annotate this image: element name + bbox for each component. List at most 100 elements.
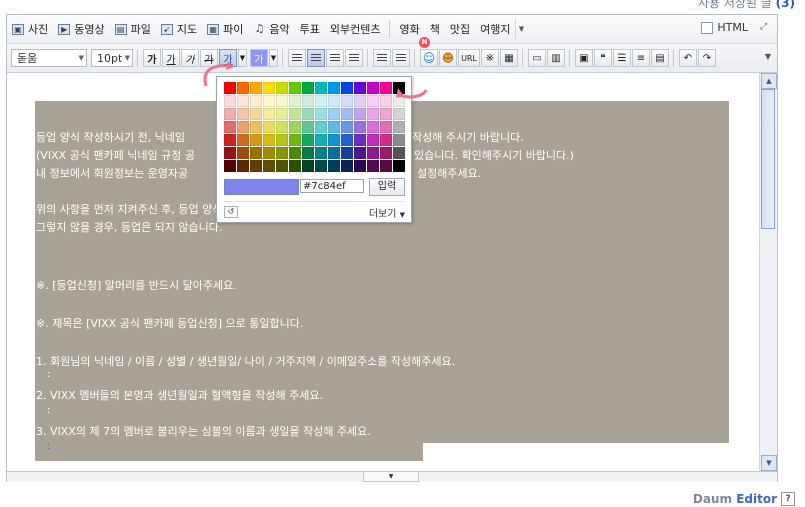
color-swatch[interactable] bbox=[237, 95, 249, 107]
color-swatch[interactable] bbox=[237, 160, 249, 172]
color-swatch[interactable] bbox=[276, 95, 288, 107]
insert-video-button[interactable]: ▶ 동영상 bbox=[53, 18, 109, 40]
color-swatch[interactable] bbox=[315, 82, 327, 94]
color-swatch[interactable] bbox=[341, 108, 353, 120]
insert-map-button[interactable]: ➹ 지도 bbox=[156, 18, 202, 40]
color-swatch[interactable] bbox=[367, 95, 379, 107]
link-button[interactable]: URL bbox=[458, 49, 480, 67]
color-swatch[interactable] bbox=[224, 95, 236, 107]
insert-chart-button[interactable]: ▦ 파이 bbox=[202, 18, 248, 40]
color-swatch[interactable] bbox=[250, 108, 262, 120]
color-swatch[interactable] bbox=[393, 108, 405, 120]
color-swatch[interactable] bbox=[367, 160, 379, 172]
color-swatch[interactable] bbox=[276, 160, 288, 172]
color-swatch[interactable] bbox=[302, 121, 314, 133]
apply-color-button[interactable]: 입력 bbox=[369, 178, 405, 196]
color-swatch[interactable] bbox=[250, 160, 262, 172]
underline-button[interactable]: 가 bbox=[162, 49, 180, 67]
color-swatch[interactable] bbox=[237, 82, 249, 94]
color-swatch[interactable] bbox=[276, 147, 288, 159]
hex-color-input[interactable]: #7c84ef bbox=[300, 179, 364, 193]
color-swatch[interactable] bbox=[276, 108, 288, 120]
smiley-button[interactable]: ☻ bbox=[439, 49, 457, 67]
color-swatch[interactable] bbox=[354, 95, 366, 107]
bg-color-button[interactable]: 가 bbox=[250, 49, 268, 67]
layout-button[interactable]: ▥ bbox=[547, 49, 565, 67]
color-swatch[interactable] bbox=[302, 108, 314, 120]
color-swatch[interactable] bbox=[263, 121, 275, 133]
color-swatch[interactable] bbox=[276, 134, 288, 146]
color-swatch[interactable] bbox=[237, 121, 249, 133]
color-swatch[interactable] bbox=[380, 147, 392, 159]
color-swatch[interactable] bbox=[367, 82, 379, 94]
scroll-down-icon[interactable]: ▼ bbox=[761, 455, 777, 471]
align-left-button[interactable] bbox=[288, 49, 306, 67]
toolbar-more-arrow[interactable]: ▼ bbox=[765, 52, 771, 61]
color-swatch[interactable] bbox=[341, 82, 353, 94]
background-button[interactable]: ▭ bbox=[528, 49, 546, 67]
color-swatch[interactable] bbox=[250, 95, 262, 107]
color-swatch[interactable] bbox=[380, 108, 392, 120]
color-swatch[interactable] bbox=[263, 134, 275, 146]
emoticon-button[interactable]: ☺ bbox=[420, 49, 438, 67]
html-checkbox[interactable] bbox=[701, 21, 714, 34]
color-swatch[interactable] bbox=[328, 108, 340, 120]
special-char-button[interactable]: ※ bbox=[481, 49, 499, 67]
table-button[interactable]: ▦ bbox=[500, 49, 518, 67]
insert-external-button[interactable]: 외부컨텐츠 bbox=[325, 18, 386, 40]
color-swatch[interactable] bbox=[224, 147, 236, 159]
color-swatch[interactable] bbox=[328, 134, 340, 146]
align-justify-button[interactable] bbox=[345, 49, 363, 67]
color-swatch[interactable] bbox=[224, 121, 236, 133]
tag-travel-button[interactable]: 여행지 bbox=[475, 18, 515, 40]
color-swatch[interactable] bbox=[263, 108, 275, 120]
color-swatch[interactable] bbox=[380, 95, 392, 107]
undo-button[interactable]: ↶ bbox=[679, 49, 697, 67]
color-swatch[interactable] bbox=[341, 147, 353, 159]
insert-music-button[interactable]: ♫ 음악 bbox=[248, 18, 294, 40]
color-swatch[interactable] bbox=[289, 147, 301, 159]
color-swatch[interactable] bbox=[354, 82, 366, 94]
color-swatch[interactable] bbox=[393, 134, 405, 146]
color-swatch[interactable] bbox=[302, 147, 314, 159]
outdent-button[interactable] bbox=[392, 49, 410, 67]
color-swatch[interactable] bbox=[237, 108, 249, 120]
color-swatch[interactable] bbox=[250, 147, 262, 159]
color-swatch[interactable] bbox=[315, 147, 327, 159]
color-swatch[interactable] bbox=[367, 108, 379, 120]
color-swatch[interactable] bbox=[250, 121, 262, 133]
color-swatch[interactable] bbox=[328, 147, 340, 159]
color-swatch[interactable] bbox=[393, 121, 405, 133]
color-swatch[interactable] bbox=[354, 108, 366, 120]
text-box-button[interactable]: ▣ bbox=[575, 49, 593, 67]
color-swatch[interactable] bbox=[263, 95, 275, 107]
save-button[interactable]: ▤ bbox=[651, 49, 669, 67]
color-swatch[interactable] bbox=[328, 95, 340, 107]
color-swatch[interactable] bbox=[341, 95, 353, 107]
color-swatch[interactable] bbox=[380, 121, 392, 133]
color-swatch[interactable] bbox=[237, 134, 249, 146]
color-swatch[interactable] bbox=[315, 134, 327, 146]
indent-button[interactable] bbox=[373, 49, 391, 67]
font-color-dropdown[interactable]: ▼ bbox=[238, 49, 247, 67]
color-swatch[interactable] bbox=[354, 121, 366, 133]
tag-book-button[interactable]: 책 bbox=[425, 18, 445, 40]
scroll-thumb[interactable] bbox=[761, 89, 775, 229]
color-swatch[interactable] bbox=[367, 147, 379, 159]
color-swatch[interactable] bbox=[302, 134, 314, 146]
color-swatch[interactable] bbox=[302, 82, 314, 94]
scroll-up-icon[interactable]: ▲ bbox=[761, 73, 777, 89]
color-swatch[interactable] bbox=[354, 160, 366, 172]
color-swatch[interactable] bbox=[302, 160, 314, 172]
color-swatch[interactable] bbox=[380, 160, 392, 172]
insert-photo-button[interactable]: ▣ 사진 bbox=[7, 18, 53, 40]
help-icon[interactable]: ? bbox=[781, 492, 795, 506]
bold-button[interactable]: 가 bbox=[143, 49, 161, 67]
color-swatch[interactable] bbox=[289, 95, 301, 107]
color-swatch[interactable] bbox=[341, 160, 353, 172]
color-swatch[interactable] bbox=[237, 147, 249, 159]
color-swatch[interactable] bbox=[250, 134, 262, 146]
color-swatch[interactable] bbox=[367, 134, 379, 146]
color-swatch[interactable] bbox=[341, 134, 353, 146]
font-size-select[interactable]: 10pt ▼ bbox=[91, 49, 133, 67]
